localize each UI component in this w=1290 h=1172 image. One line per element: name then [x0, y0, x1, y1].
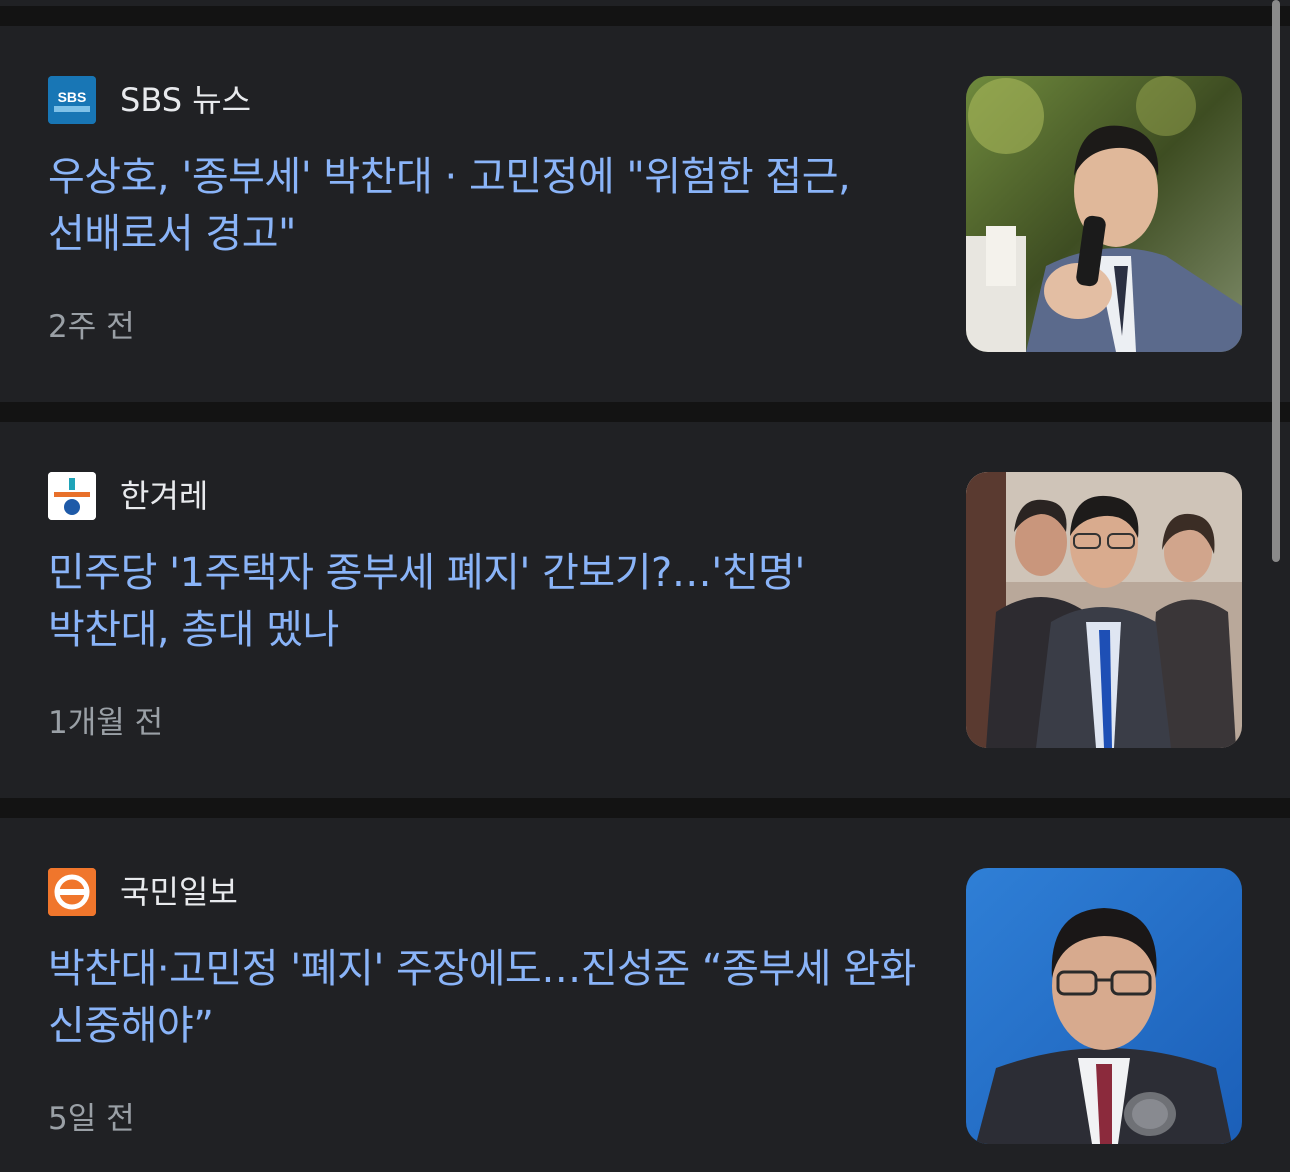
- news-feed: SBS SBS 뉴스 우상호, '종부세' 박찬대 · 고민정에 "위험한 접근…: [0, 0, 1290, 1172]
- hankyoreh-logo-icon: [48, 472, 96, 520]
- headline-link[interactable]: 우상호, '종부세' 박찬대 · 고민정에 "위험한 접근, 선배로서 경고": [48, 149, 918, 263]
- article-thumbnail[interactable]: [966, 76, 1242, 352]
- news-card[interactable]: 한겨레 민주당 '1주택자 종부세 폐지' 간보기?…'친명' 박찬대, 총대 …: [0, 422, 1290, 798]
- source-name: 한겨레: [120, 477, 209, 515]
- headline-link[interactable]: 박찬대·고민정 '폐지' 주장에도…진성준 “종부세 완화 신중해야”: [48, 941, 918, 1055]
- kukmin-ilbo-logo-icon: [48, 868, 96, 916]
- headline-link[interactable]: 민주당 '1주택자 종부세 폐지' 간보기?…'친명' 박찬대, 총대 멨나: [48, 545, 918, 659]
- source-name: SBS 뉴스: [120, 81, 252, 119]
- svg-text:SBS: SBS: [58, 89, 87, 105]
- sbs-news-logo-icon: SBS: [48, 76, 96, 124]
- published-time: 2주 전: [48, 309, 135, 345]
- previous-card-edge: [0, 0, 1290, 6]
- scrollbar[interactable]: [1272, 0, 1280, 562]
- published-time: 5일 전: [48, 1101, 135, 1137]
- article-thumbnail[interactable]: [966, 472, 1242, 748]
- news-card[interactable]: SBS SBS 뉴스 우상호, '종부세' 박찬대 · 고민정에 "위험한 접근…: [0, 26, 1290, 402]
- source-name: 국민일보: [120, 873, 238, 911]
- published-time: 1개월 전: [48, 705, 164, 741]
- news-source: SBS SBS 뉴스: [48, 76, 251, 124]
- news-card[interactable]: 국민일보 박찬대·고민정 '폐지' 주장에도…진성준 “종부세 완화 신중해야”…: [0, 818, 1290, 1172]
- news-source: 한겨레: [48, 472, 208, 520]
- news-source: 국민일보: [48, 868, 238, 916]
- article-thumbnail[interactable]: [966, 868, 1242, 1144]
